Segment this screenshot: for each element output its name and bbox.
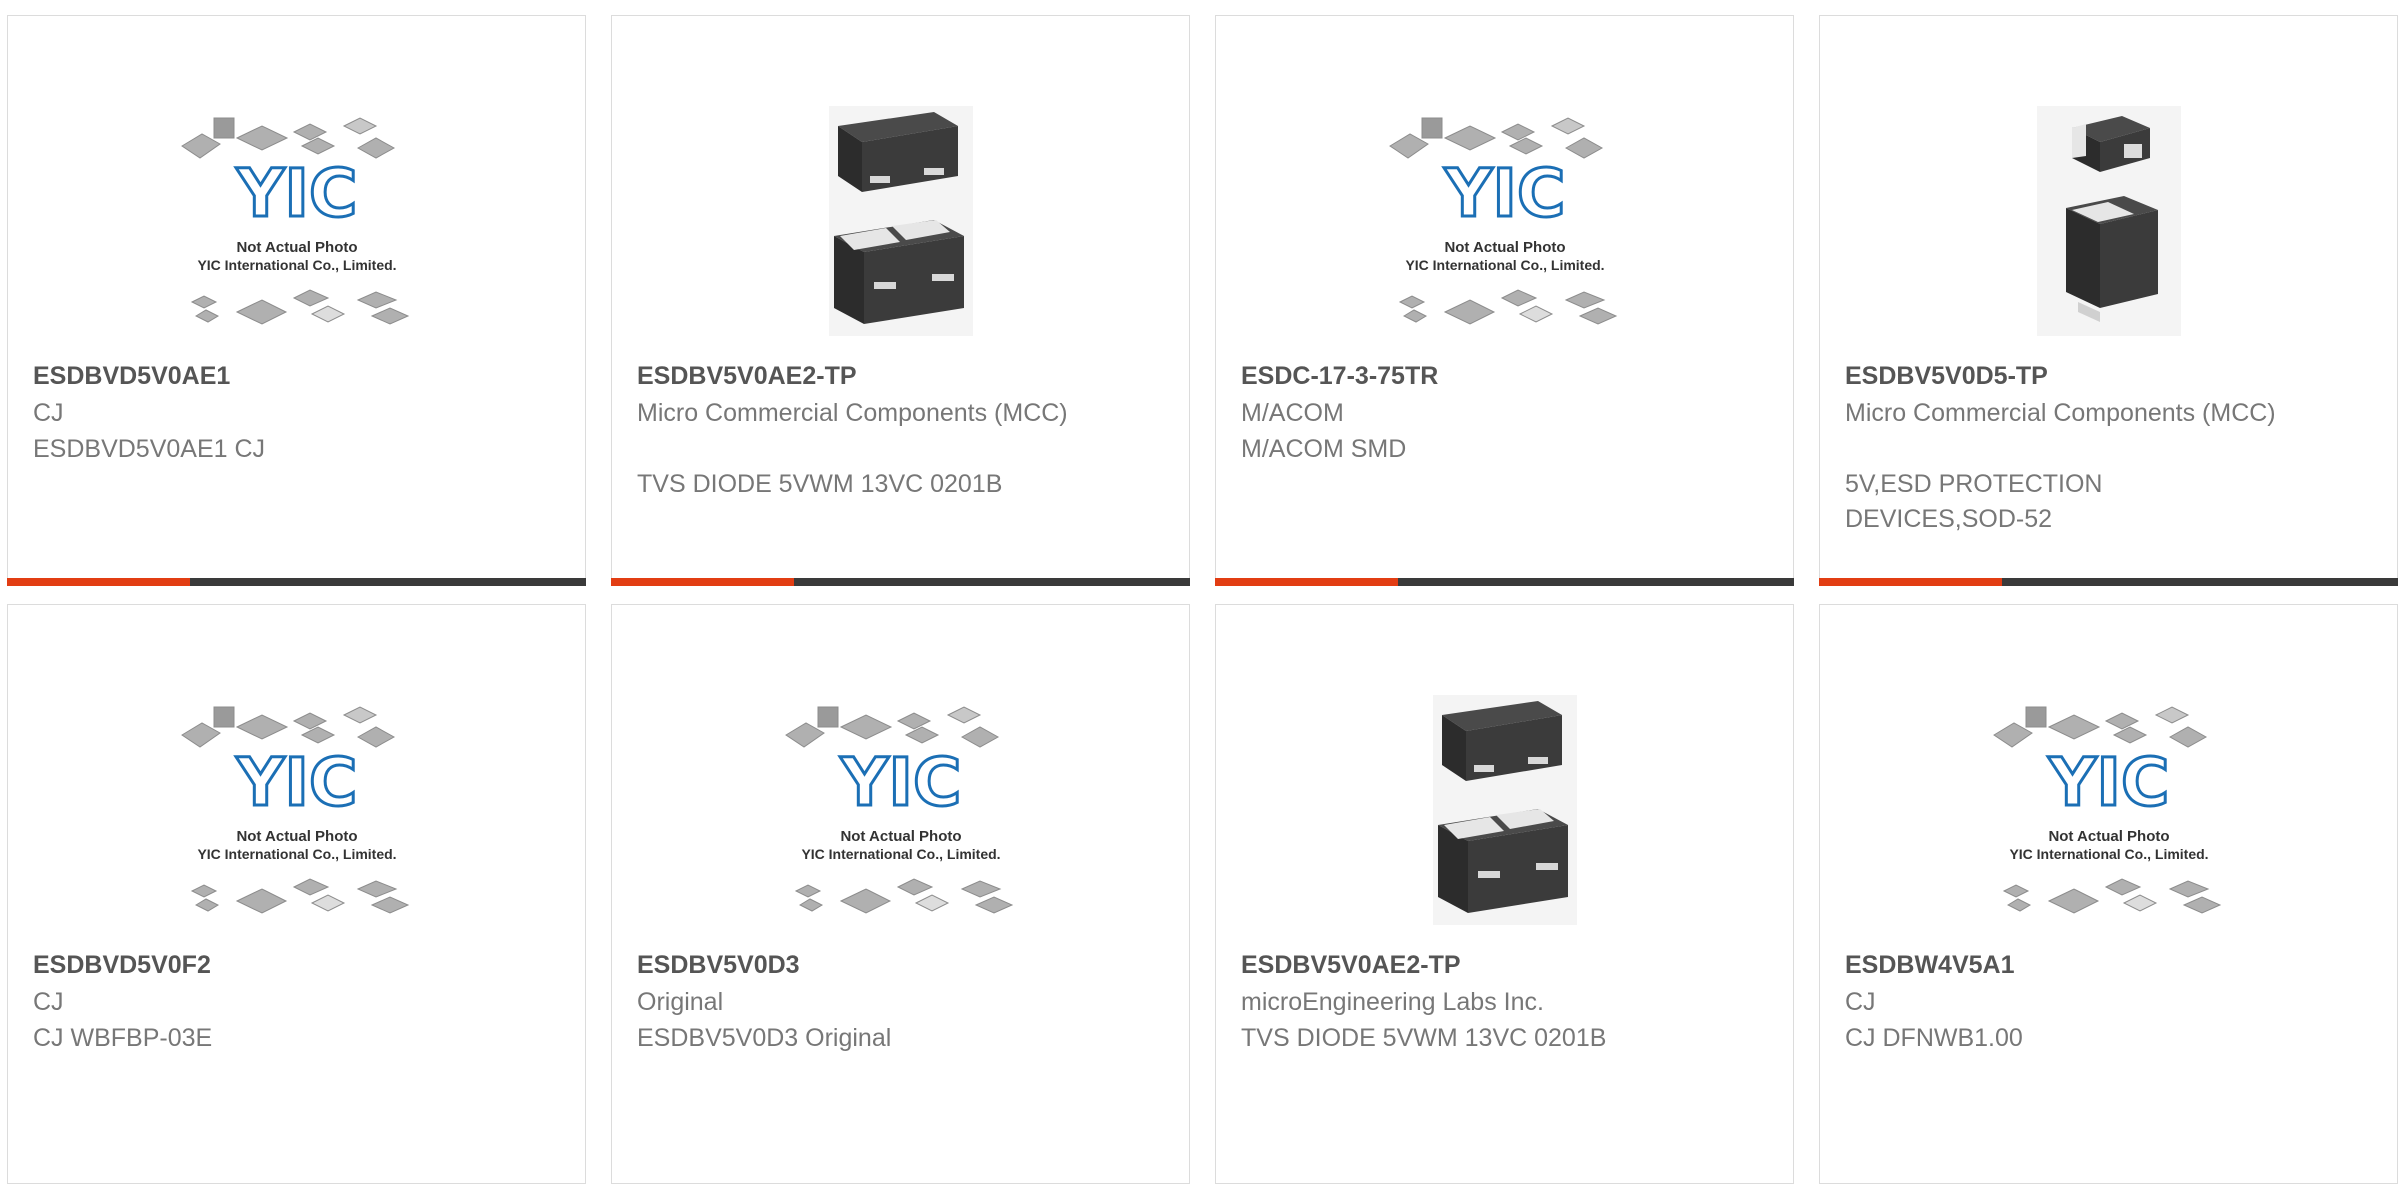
description: CJ DFNWB1.00 xyxy=(1845,1024,2023,1052)
description: ESDBV5V0D3 Original xyxy=(637,1024,892,1052)
placeholder-line-2: YIC International Co., Limited. xyxy=(197,257,396,273)
part-number-link[interactable]: ESDBV5V0AE2-TP xyxy=(637,360,1164,392)
description: CJ WBFBP-03E xyxy=(33,1024,213,1052)
product-grid: YIC Not Actual Photo YIC International C… xyxy=(0,0,2400,1184)
placeholder-graphic: YIC Not Actual Photo YIC International C… xyxy=(1388,117,1617,325)
card-bottom-bar xyxy=(7,578,586,586)
placeholder-line-1: Not Actual Photo xyxy=(840,828,961,845)
description: 5V,ESD PROTECTION DEVICES,SOD-52 xyxy=(1845,470,2103,533)
placeholder-line-2: YIC International Co., Limited. xyxy=(2009,846,2208,862)
card-bottom-bar xyxy=(1819,578,2398,586)
yic-logo: YIC xyxy=(839,744,961,821)
yic-logo: YIC xyxy=(1443,155,1565,232)
part-number-link[interactable]: ESDC-17-3-75TR xyxy=(1241,360,1768,392)
placeholder-line-2: YIC International Co., Limited. xyxy=(197,846,396,862)
part-number-link[interactable]: ESDBVD5V0F2 xyxy=(33,949,560,981)
diode-package-image[interactable] xyxy=(1974,86,2244,356)
manufacturer: M/ACOM xyxy=(1241,399,1344,427)
placeholder-image[interactable]: YIC Not Actual Photo YIC International C… xyxy=(1974,675,2244,945)
placeholder-line-1: Not Actual Photo xyxy=(1444,239,1565,256)
placeholder-image[interactable]: YIC Not Actual Photo YIC International C… xyxy=(162,675,432,945)
manufacturer: CJ xyxy=(33,399,64,427)
description: M/ACOM SMD xyxy=(1241,435,1407,463)
manufacturer: Original xyxy=(637,988,724,1016)
yic-logo: YIC xyxy=(235,155,357,232)
product-card[interactable]: YIC Not Actual Photo YIC International C… xyxy=(1819,604,2398,1184)
diode-package-graphic xyxy=(828,106,973,336)
manufacturer: microEngineering Labs Inc. xyxy=(1241,988,1544,1016)
yic-logo: YIC xyxy=(2047,744,2169,821)
part-number-link[interactable]: ESDBVD5V0AE1 xyxy=(33,360,560,392)
manufacturer: CJ xyxy=(33,988,64,1016)
product-card[interactable]: YIC Not Actual Photo YIC International C… xyxy=(1215,15,1794,586)
diode-package-image[interactable] xyxy=(766,86,1036,356)
placeholder-line-2: YIC International Co., Limited. xyxy=(1405,257,1604,273)
product-card[interactable]: YIC Not Actual Photo YIC International C… xyxy=(611,604,1190,1184)
placeholder-graphic: YIC Not Actual Photo YIC International C… xyxy=(1992,706,2221,914)
part-number-link[interactable]: ESDBV5V0D3 xyxy=(637,949,1164,981)
product-card[interactable]: ESDBV5V0AE2-TP microEngineering Labs Inc… xyxy=(1215,604,1794,1184)
description: TVS DIODE 5VWM 13VC 0201B xyxy=(637,470,1003,498)
product-card[interactable]: ESDBV5V0D5-TP Micro Commercial Component… xyxy=(1819,15,2398,586)
description: TVS DIODE 5VWM 13VC 0201B xyxy=(1241,1024,1607,1052)
product-card[interactable]: YIC Not Actual Photo YIC International C… xyxy=(7,15,586,586)
placeholder-image[interactable]: YIC Not Actual Photo YIC International C… xyxy=(162,86,432,356)
diode-package-image[interactable] xyxy=(1370,675,1640,945)
placeholder-image[interactable]: YIC Not Actual Photo YIC International C… xyxy=(766,675,1036,945)
diode-package-graphic xyxy=(1432,695,1577,925)
product-card[interactable]: YIC Not Actual Photo YIC International C… xyxy=(7,604,586,1184)
manufacturer: Micro Commercial Components (MCC) xyxy=(1845,399,2276,427)
yic-logo: YIC xyxy=(235,744,357,821)
card-bottom-bar xyxy=(1215,578,1794,586)
diode-package-graphic xyxy=(2036,106,2181,336)
placeholder-line-1: Not Actual Photo xyxy=(2048,828,2169,845)
placeholder-line-1: Not Actual Photo xyxy=(236,828,357,845)
card-accent-bar xyxy=(1819,578,2002,586)
product-card[interactable]: ESDBV5V0AE2-TP Micro Commercial Componen… xyxy=(611,15,1190,586)
part-number-link[interactable]: ESDBW4V5A1 xyxy=(1845,949,2372,981)
placeholder-graphic: YIC Not Actual Photo YIC International C… xyxy=(180,706,409,914)
description: ESDBVD5V0AE1 CJ xyxy=(33,435,266,463)
card-accent-bar xyxy=(1215,578,1398,586)
part-number-link[interactable]: ESDBV5V0AE2-TP xyxy=(1241,949,1768,981)
placeholder-graphic: YIC Not Actual Photo YIC International C… xyxy=(180,117,409,325)
placeholder-line-2: YIC International Co., Limited. xyxy=(801,846,1000,862)
placeholder-graphic: YIC Not Actual Photo YIC International C… xyxy=(784,706,1013,914)
manufacturer: CJ xyxy=(1845,988,1876,1016)
part-number-link[interactable]: ESDBV5V0D5-TP xyxy=(1845,360,2372,392)
manufacturer: Micro Commercial Components (MCC) xyxy=(637,399,1068,427)
card-bottom-bar xyxy=(611,578,1190,586)
placeholder-line-1: Not Actual Photo xyxy=(236,239,357,256)
placeholder-image[interactable]: YIC Not Actual Photo YIC International C… xyxy=(1370,86,1640,356)
card-accent-bar xyxy=(611,578,794,586)
card-accent-bar xyxy=(7,578,190,586)
